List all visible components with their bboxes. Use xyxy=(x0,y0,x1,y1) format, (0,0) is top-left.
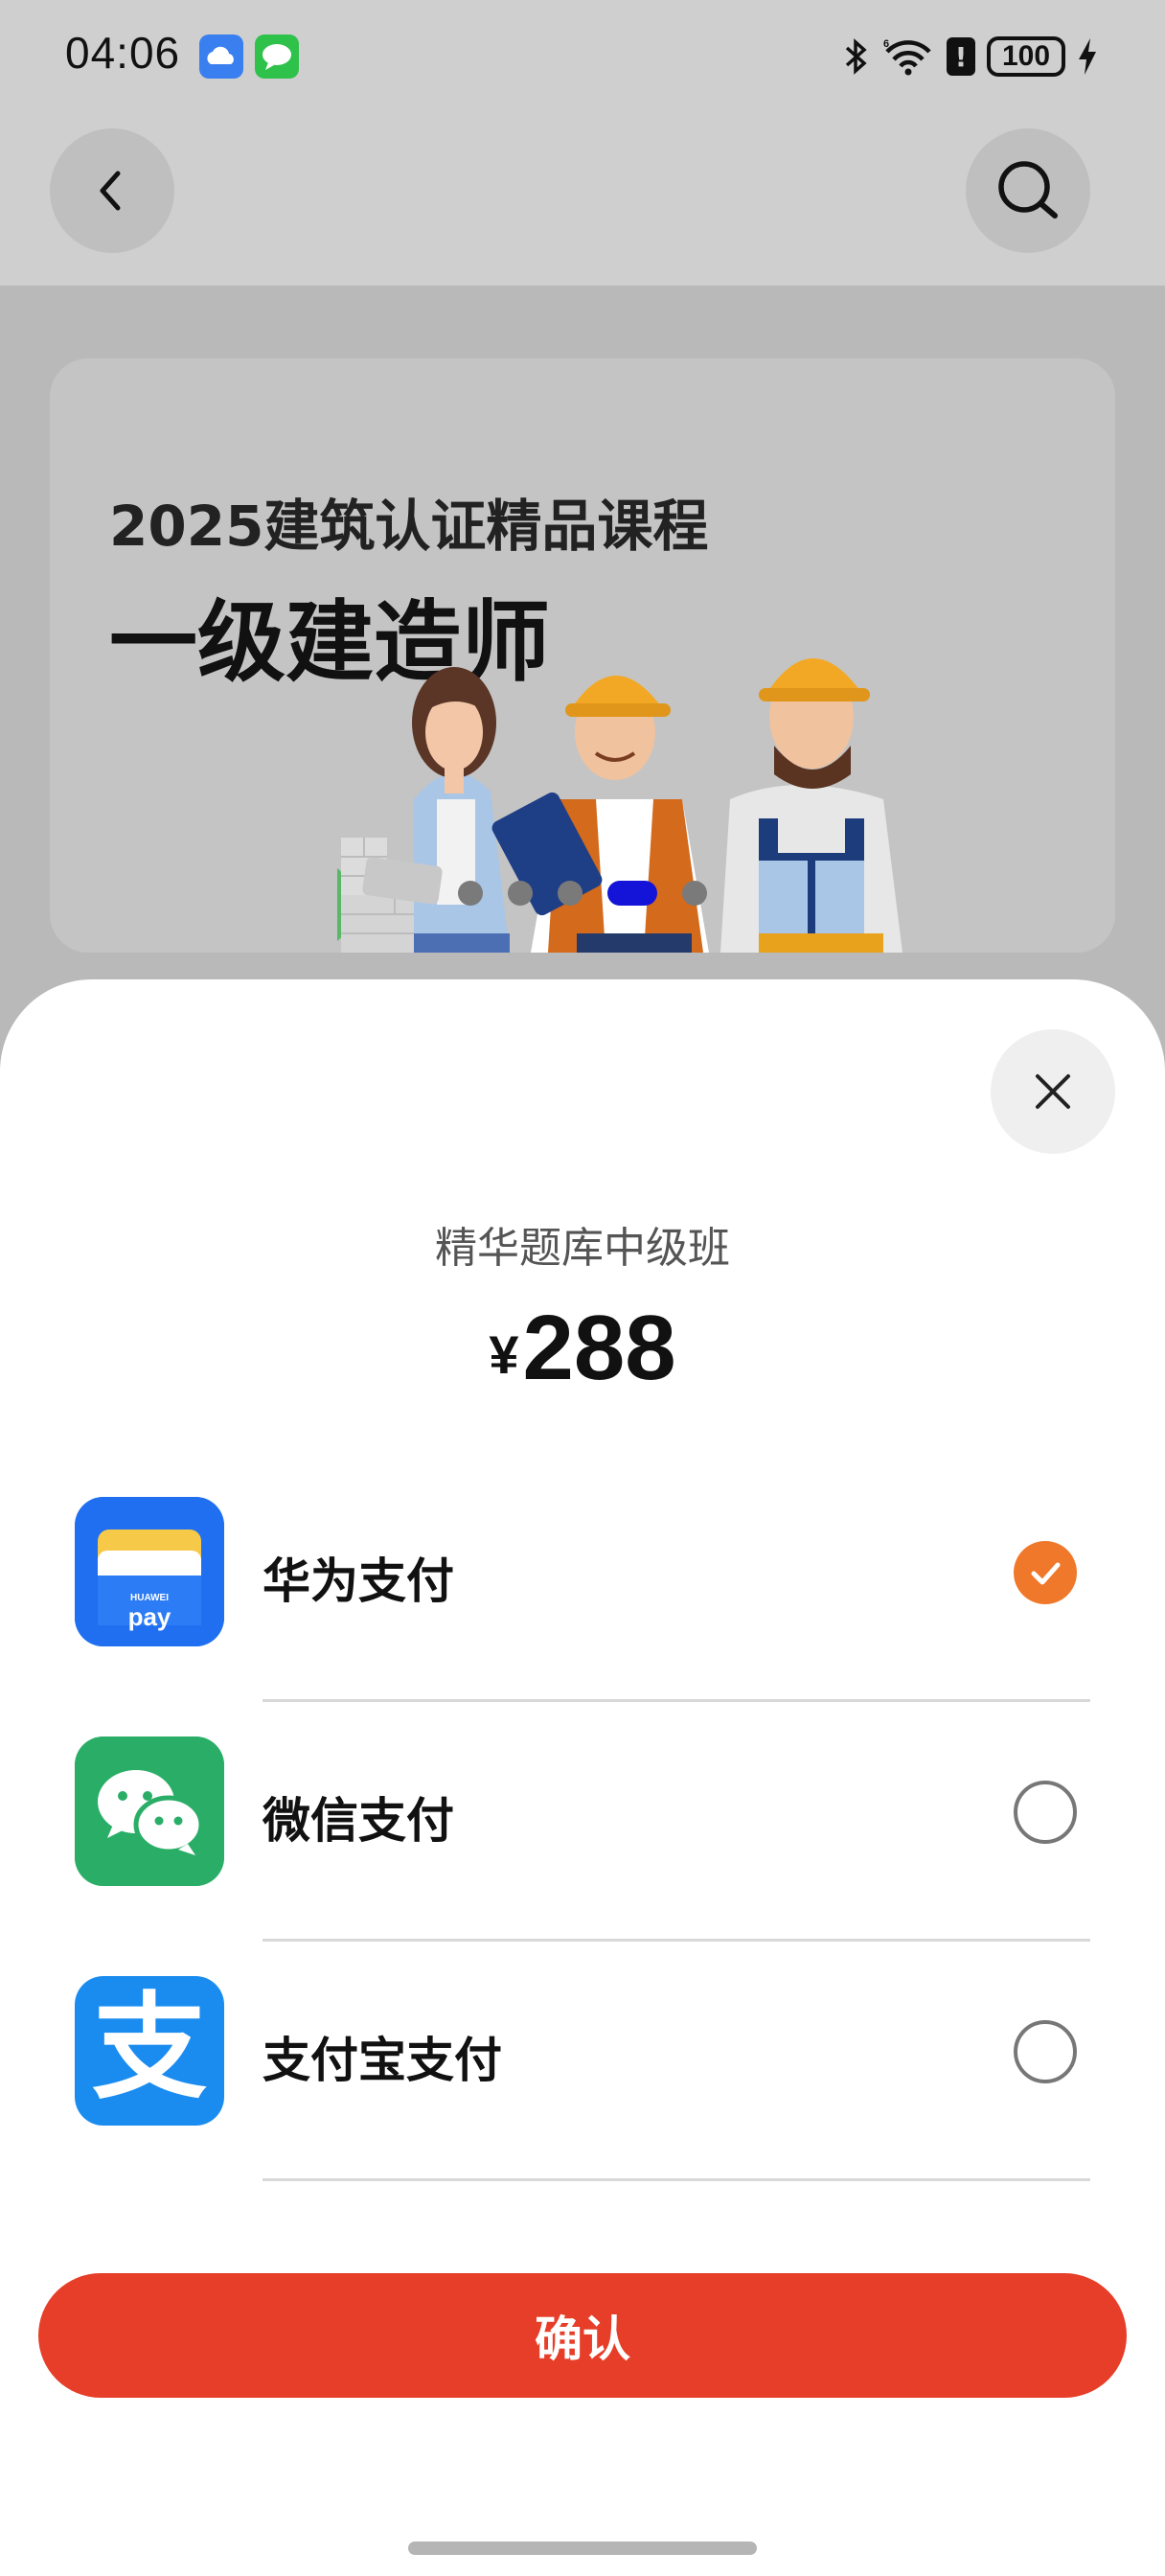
wechat-pay-icon xyxy=(75,1736,224,1886)
back-button[interactable] xyxy=(50,128,174,253)
payment-sheet: 精华题库中级班 ¥288 HUAWEI pay 华为支付 微信支付 支 支付宝支… xyxy=(0,979,1165,2576)
price-currency: ¥ xyxy=(489,1324,519,1385)
payment-option-label: 华为支付 xyxy=(263,1553,454,1609)
status-bar: 04:06 6 ! 100 xyxy=(0,0,1165,113)
wifi-icon: 6 xyxy=(883,38,931,76)
payment-option-huawei-pay[interactable]: HUAWEI pay 华为支付 xyxy=(0,1462,1165,1702)
cloud-app-icon xyxy=(199,34,243,79)
huawei-pay-icon-label2: pay xyxy=(127,1602,171,1631)
search-button[interactable] xyxy=(966,128,1090,253)
carousel-indicator[interactable] xyxy=(458,881,707,906)
charging-icon xyxy=(1079,38,1096,75)
carousel-dot[interactable] xyxy=(508,881,533,906)
chevron-left-icon xyxy=(100,171,121,211)
payment-option-wechat-pay[interactable]: 微信支付 xyxy=(0,1702,1165,1942)
search-icon xyxy=(998,161,1058,218)
carousel-dot[interactable] xyxy=(682,881,707,906)
carousel-dot-active[interactable] xyxy=(607,881,657,906)
status-time: 04:06 xyxy=(65,28,181,78)
construction-workers-illustration xyxy=(337,658,902,953)
price-amount: 288 xyxy=(522,1297,676,1399)
alipay-icon: 支 xyxy=(75,1976,224,2126)
price: ¥288 xyxy=(0,1296,1165,1401)
radio-selected[interactable] xyxy=(1014,1541,1077,1604)
status-icons: 6 ! 100 xyxy=(843,33,1098,80)
divider xyxy=(263,2178,1090,2181)
app-bar xyxy=(0,113,1165,286)
radio-unselected[interactable] xyxy=(1014,2020,1077,2083)
carousel-dot[interactable] xyxy=(558,881,582,906)
battery-icon: 100 xyxy=(987,36,1065,77)
payment-option-label: 微信支付 xyxy=(263,1793,454,1849)
alipay-icon-glyph: 支 xyxy=(92,1982,207,2115)
huawei-pay-icon: HUAWEI pay xyxy=(75,1497,224,1646)
check-icon xyxy=(1031,1562,1061,1585)
message-app-icon xyxy=(255,34,299,79)
promo-banner[interactable]: 2025建筑认证精品课程 一级建造师 xyxy=(50,358,1115,953)
alert-icon: ! xyxy=(947,37,975,76)
bluetooth-icon xyxy=(845,38,867,75)
payment-option-alipay[interactable]: 支 支付宝支付 xyxy=(0,1942,1165,2181)
close-icon xyxy=(1036,1074,1070,1109)
home-indicator[interactable] xyxy=(408,2542,757,2555)
carousel-dot[interactable] xyxy=(458,881,483,906)
close-button[interactable] xyxy=(991,1029,1115,1154)
product-name: 精华题库中级班 xyxy=(435,1224,730,1273)
payment-option-label: 支付宝支付 xyxy=(263,2033,502,2088)
confirm-button[interactable]: 确认 xyxy=(38,2273,1127,2398)
svg-text:6: 6 xyxy=(883,38,889,50)
radio-unselected[interactable] xyxy=(1014,1781,1077,1844)
